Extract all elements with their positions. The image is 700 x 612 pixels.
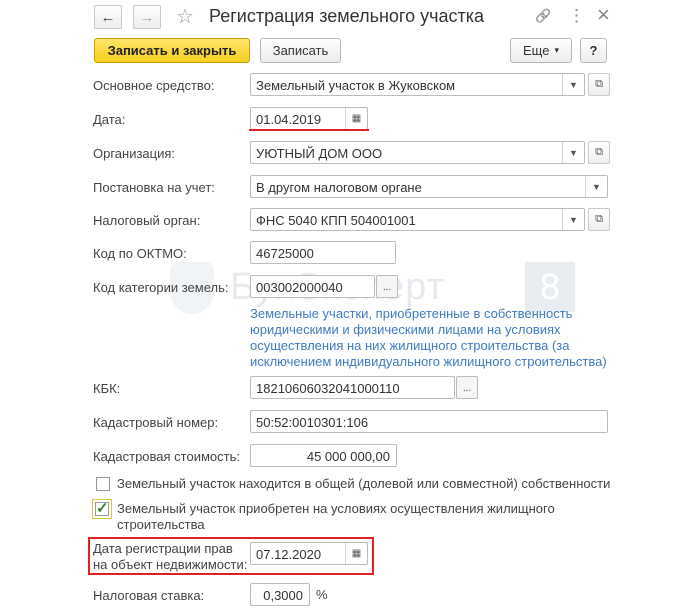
cadastral-number-value: 50:52:0010301:106 — [256, 415, 369, 430]
tax-authority-field[interactable]: ФНС 5040 КПП 504001001 ▼ — [250, 208, 585, 231]
land-category-field[interactable]: 003002000040 — [250, 275, 375, 298]
dropdown-arrow-icon[interactable]: ▼ — [585, 176, 607, 197]
kbk-label: КБК: — [93, 381, 121, 396]
arrow-left-icon: ← — [100, 8, 116, 26]
forward-button[interactable]: → — [133, 5, 161, 29]
page-title: Регистрация земельного участка — [209, 6, 485, 26]
star-icon[interactable]: ☆ — [176, 4, 194, 29]
open-asset-icon[interactable]: ⧉ — [588, 73, 610, 96]
cadastral-value-amount: 45 000 000,00 — [306, 449, 390, 464]
close-icon[interactable]: × — [597, 2, 610, 28]
calendar-icon[interactable]: ▦ — [345, 108, 367, 129]
kbk-value: 18210606032041000110 — [256, 381, 400, 396]
select-kbk-button[interactable]: ... — [456, 376, 478, 399]
land-category-description: Земельные участки, приобретенные в собст… — [250, 306, 607, 369]
rights-date-label-line1: Дата регистрации прав — [93, 541, 233, 556]
back-button[interactable]: ← — [94, 5, 122, 29]
watermark-digit: 8 — [525, 262, 575, 312]
organization-value: УЮТНЫЙ ДОМ ООО — [256, 146, 383, 161]
registration-value: В другом налоговом органе — [256, 180, 422, 195]
organization-label: Организация: — [93, 146, 176, 161]
kbk-field[interactable]: 18210606032041000110 — [250, 376, 455, 399]
select-land-category-button[interactable]: ... — [376, 275, 398, 298]
open-tax-authority-icon[interactable]: ⧉ — [588, 208, 610, 231]
oktmo-field[interactable]: 46725000 — [250, 241, 396, 264]
rights-date-value: 07.12.2020 — [256, 547, 322, 562]
more-vertical-icon[interactable]: ⋮ — [568, 6, 585, 26]
link-icon[interactable]: 🔗 — [535, 8, 551, 24]
tax-rate-field[interactable]: 0,3000 — [250, 583, 310, 606]
chevron-down-icon: ▾ — [554, 45, 559, 55]
registration-select[interactable]: В другом налоговом органе ▼ — [250, 175, 608, 198]
cadastral-number-field[interactable]: 50:52:0010301:106 — [250, 410, 608, 433]
cadastral-value-field[interactable]: 45 000 000,00 — [250, 444, 397, 467]
tax-authority-label: Налоговый орган: — [93, 213, 201, 228]
tax-rate-value: 0,3000 — [263, 588, 303, 603]
tax-rate-unit: % — [316, 587, 328, 602]
dropdown-arrow-icon[interactable]: ▼ — [562, 142, 584, 163]
dropdown-arrow-icon[interactable]: ▼ — [562, 209, 584, 230]
registration-label: Постановка на учет: — [93, 180, 215, 195]
housing-construction-checkbox[interactable]: ✓ — [95, 500, 109, 517]
rights-date-label-line2: на объект недвижимости: — [93, 557, 248, 572]
land-category-label: Код категории земель: — [93, 280, 229, 295]
help-button[interactable]: ? — [580, 38, 607, 63]
organization-field[interactable]: УЮТНЫЙ ДОМ ООО ▼ — [250, 141, 585, 164]
shared-ownership-checkbox[interactable] — [96, 477, 110, 491]
cadastral-number-label: Кадастровый номер: — [93, 415, 219, 430]
asset-label: Основное средство: — [93, 78, 215, 93]
open-organization-icon[interactable]: ⧉ — [588, 141, 610, 164]
calendar-icon[interactable]: ▦ — [345, 543, 367, 564]
date-field[interactable]: 01.04.2019 ▦ — [250, 107, 368, 130]
shared-ownership-label: Земельный участок находится в общей (дол… — [117, 476, 611, 491]
date-value: 01.04.2019 — [256, 112, 322, 127]
checkmark-icon: ✓ — [96, 500, 109, 517]
save-and-close-button[interactable]: Записать и закрыть — [94, 38, 250, 63]
save-button[interactable]: Записать — [260, 38, 341, 63]
land-category-value: 003002000040 — [256, 280, 343, 295]
oktmo-label: Код по ОКТМО: — [93, 246, 187, 261]
more-label: Еще — [523, 43, 550, 58]
oktmo-value: 46725000 — [256, 246, 314, 261]
tax-rate-label: Налоговая ставка: — [93, 588, 205, 603]
dropdown-arrow-icon[interactable]: ▼ — [562, 74, 584, 95]
date-underline — [249, 129, 369, 131]
rights-date-label: Дата регистрации прав на объект недвижим… — [93, 541, 247, 573]
arrow-right-icon: → — [139, 8, 155, 26]
date-label: Дата: — [93, 112, 126, 127]
more-button[interactable]: Еще ▾ — [510, 38, 572, 63]
asset-field[interactable]: Земельный участок в Жуковском ▼ — [250, 73, 585, 96]
housing-construction-label: Земельный участок приобретен на условиях… — [117, 501, 555, 532]
asset-value: Земельный участок в Жуковском — [256, 78, 456, 93]
cadastral-value-label: Кадастровая стоимость: — [93, 449, 240, 464]
rights-date-field[interactable]: 07.12.2020 ▦ — [250, 542, 368, 565]
tax-authority-value: ФНС 5040 КПП 504001001 — [256, 213, 416, 228]
